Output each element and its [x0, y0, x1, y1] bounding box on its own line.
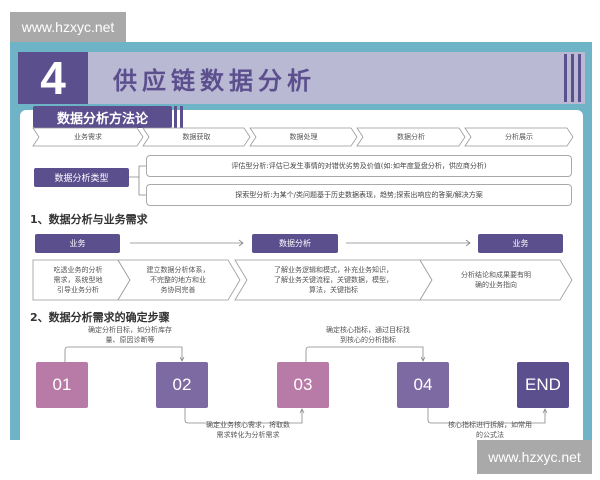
section2-title: 2、数据分析需求的确定步骤 [30, 311, 170, 324]
desc-1: 吃透业务的分析 需求，系统型地 引导业务分析 [53, 266, 103, 294]
step-5: 分析展示 [505, 133, 533, 141]
step-04: 04 [397, 362, 449, 408]
desc-2: 建立数据分析体系， 不完整的地方和业 务协同完善 [146, 266, 210, 294]
step-02: 02 [156, 362, 208, 408]
step-1: 业务需求 [74, 133, 102, 141]
note-3: 确定核心指标，通过目标找 到核心的分析指标 [326, 326, 410, 344]
watermark-bottom: www.hzxyc.net [477, 440, 592, 474]
section1-title: 1、数据分析与业务需求 [30, 213, 148, 226]
note-2: 确定业务核心需求，将取数 需求转化为分析需求 [206, 421, 290, 439]
node-business: 业务 [35, 234, 120, 253]
node-business: 业务 [478, 234, 563, 253]
analysis-types-label: 数据分析类型 [34, 168, 129, 187]
type-exploratory: 探索型分析:为某个/类问题基于历史数据表现，趋势;探索出响应的答案/解决方案 [146, 184, 572, 206]
node-data-analysis: 数据分析 [252, 234, 338, 253]
step-3: 数据处理 [289, 133, 318, 141]
step-01: 01 [36, 362, 88, 408]
note-1: 确定分析目标，如分析库存 量、原因诊断等 [88, 326, 172, 344]
desc-4: 分析结论和成果要有明 确的业务指向 [461, 271, 531, 289]
desc-3: 了解业务逻辑和模式，补充业务知识， 了解业务关键流程，关键数据，模型， 算法，关… [274, 266, 393, 294]
step-end: END [517, 362, 569, 408]
note-4: 核心指标进行拆解，如常用 的公式法 [448, 421, 532, 439]
step-4: 数据分析 [397, 133, 425, 141]
type-evaluative: 评估型分析:评估已发生事情的对错优劣势及价值(如:如年度复盘分析，供应商分析) [146, 155, 572, 177]
step-2: 数据获取 [182, 133, 211, 141]
step-03: 03 [277, 362, 329, 408]
